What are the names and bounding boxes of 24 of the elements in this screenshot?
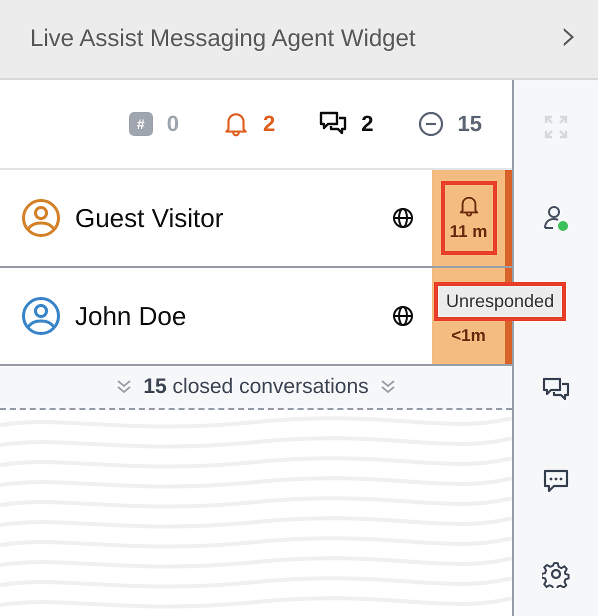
settings-icon <box>542 560 570 588</box>
bell-icon <box>223 110 250 138</box>
chevrons-down-icon <box>115 378 134 396</box>
stat-count: 2 <box>263 111 276 137</box>
stat-count: 2 <box>361 111 374 137</box>
minus-circle-icon <box>418 111 444 137</box>
tooltip: Unresponded <box>434 282 566 321</box>
closed-conversations-bar[interactable]: 15 closed conversations <box>0 366 512 410</box>
person-icon <box>542 204 570 232</box>
stat-count: 15 <box>458 111 482 137</box>
collapse-button[interactable]: › <box>560 14 578 64</box>
visitor-name: John Doe <box>75 300 188 332</box>
chevrons-down-icon <box>378 378 397 396</box>
wait-time: <1m <box>451 326 486 346</box>
globe-icon <box>392 305 414 327</box>
stat-count: 0 <box>166 111 180 137</box>
widget-title: Live Assist Messaging Agent Widget <box>30 25 416 53</box>
closed-count-label: 15 closed conversations <box>143 375 369 399</box>
globe-icon <box>392 207 414 229</box>
conversation-row[interactable]: Guest Visitor 11 m <box>0 170 512 268</box>
hash-icon: # <box>128 112 153 136</box>
expand-icon <box>543 114 569 140</box>
wait-time: 11 m <box>450 222 488 242</box>
visitor-name: Guest Visitor <box>75 202 224 234</box>
